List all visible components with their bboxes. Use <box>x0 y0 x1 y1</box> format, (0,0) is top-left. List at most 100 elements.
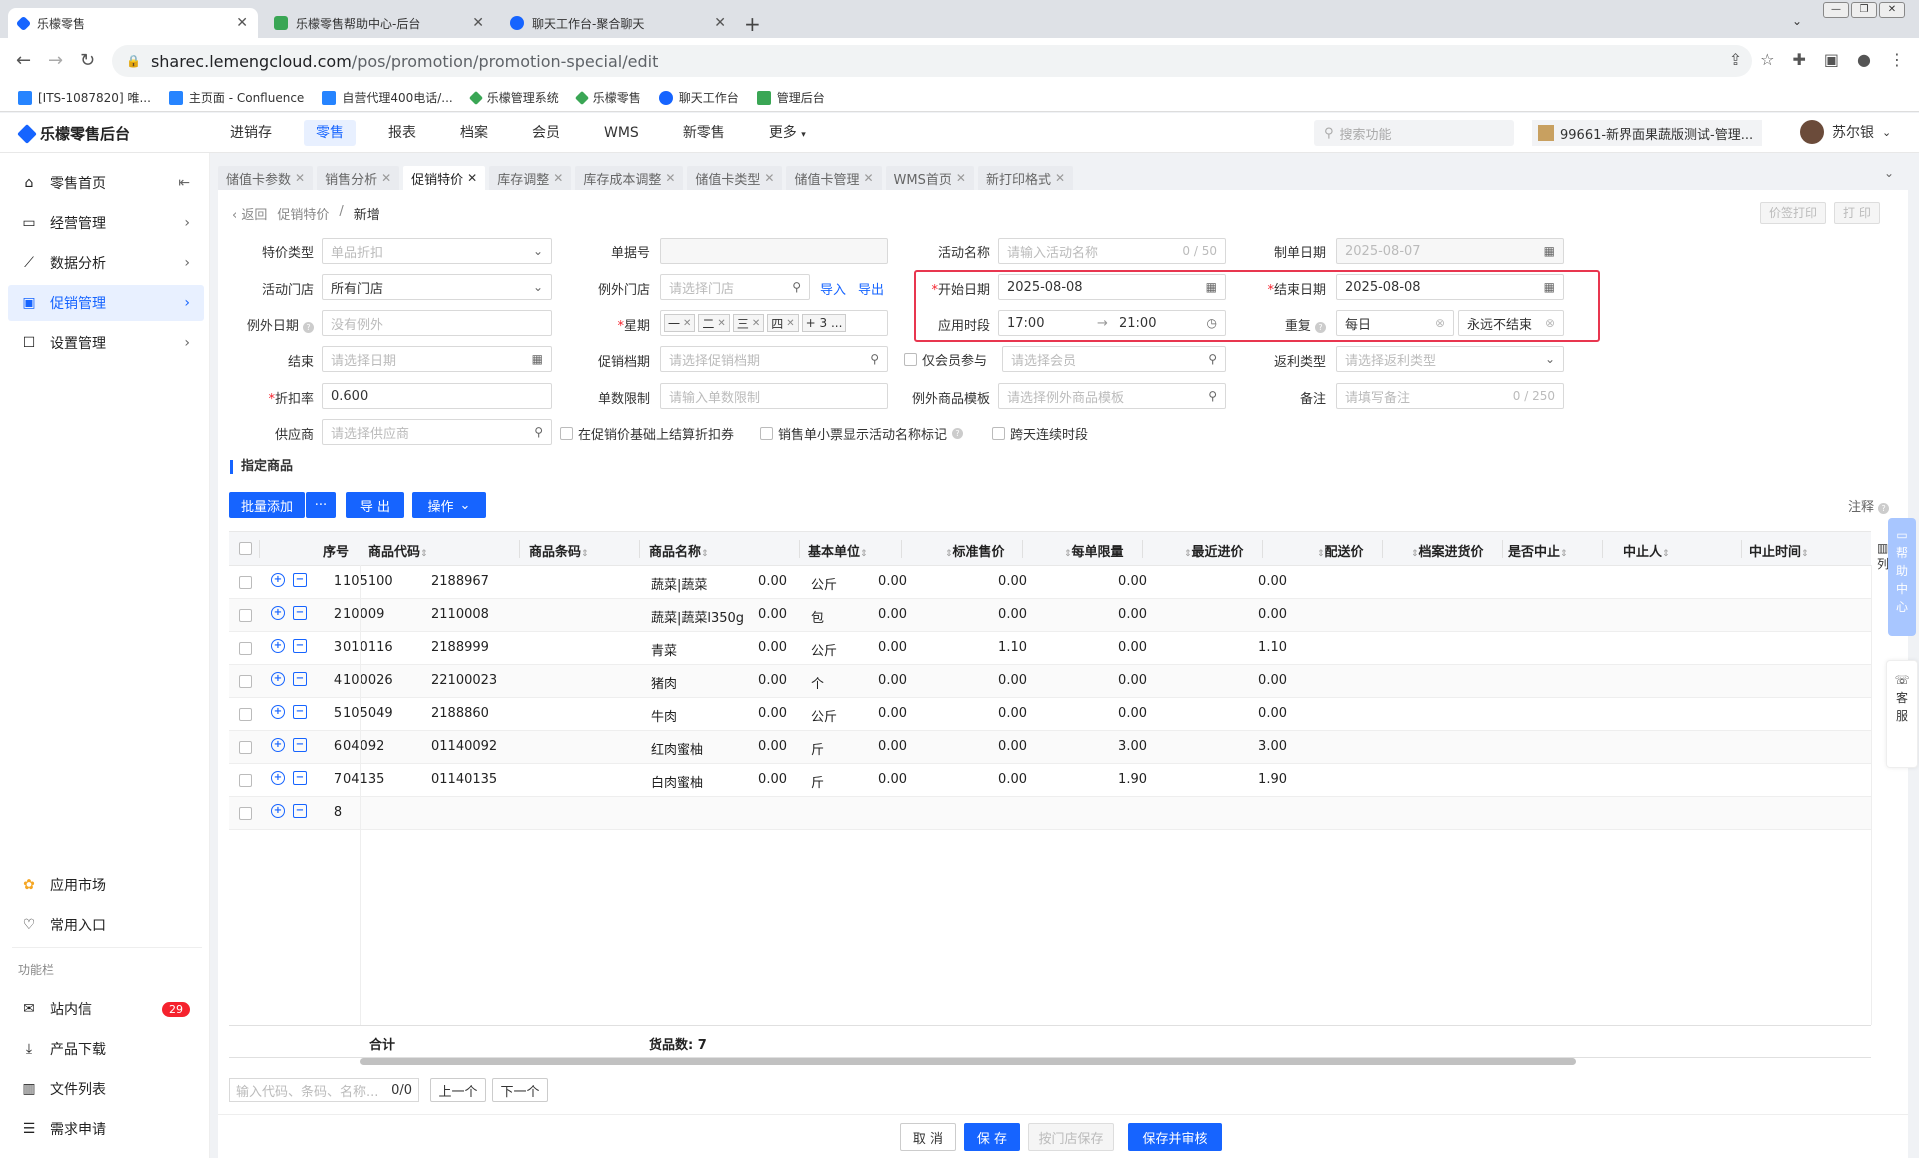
table-row[interactable]: + −1 105100 2188967 蔬菜|蔬菜 公斤 0.00 0.00 0.00 0.00 0… <box>229 566 1871 599</box>
app-brand[interactable]: 乐檬零售后台 <box>17 123 130 144</box>
share-icon[interactable]: ⇪ <box>1729 50 1742 69</box>
add-row-icon[interactable]: + <box>271 573 285 587</box>
sidebar-item-favorites[interactable]: ♡ 常用入口 <box>8 907 204 943</box>
url-field[interactable]: 🔒 sharec.lemengcloud.com/pos/promotion/p… <box>112 45 1752 77</box>
close-icon[interactable]: ✕ <box>472 15 484 31</box>
select-all-checkbox[interactable] <box>239 542 252 555</box>
save-audit-button[interactable]: 保存并审核 <box>1128 1123 1222 1151</box>
add-row-icon[interactable]: + <box>271 771 285 785</box>
topnav-item[interactable]: 进销存 <box>218 120 284 146</box>
page-tab-active[interactable]: 促销特价 ✕ <box>403 166 486 190</box>
col-code[interactable]: 商品代码⇕ <box>368 541 428 560</box>
except-template-input[interactable]: 请选择例外商品模板 ⚲ <box>998 383 1226 409</box>
more-button[interactable]: ··· <box>306 492 336 518</box>
bookmark-item[interactable]: 自营代理400电话/... <box>322 89 453 106</box>
delete-row-icon[interactable]: − <box>293 705 307 719</box>
sidebar-item-download[interactable]: ⤓ 产品下载 <box>8 1031 204 1067</box>
sidebar-item-settings[interactable]: ☐ 设置管理 › <box>8 325 204 361</box>
topnav-item[interactable]: 新零售 <box>671 120 737 146</box>
batch-add-button[interactable]: 批量添加 <box>229 492 305 518</box>
search-icon[interactable]: ⚲ <box>1208 389 1217 403</box>
sidebar-item-inbox[interactable]: ✉ 站内信 29 <box>8 991 204 1027</box>
sidebar-item-home[interactable]: ⌂ 零售首页 ⇤ <box>8 165 204 201</box>
add-row-icon[interactable]: + <box>271 804 285 818</box>
row-checkbox[interactable] <box>239 741 252 754</box>
minimize-icon[interactable]: — <box>1823 2 1849 18</box>
page-tab[interactable]: 库存调整 ✕ <box>489 166 572 190</box>
topnav-more[interactable]: 更多 ▾ <box>757 120 818 146</box>
close-icon[interactable]: ✕ <box>714 15 726 31</box>
col-std-price[interactable]: ⇕标准售价 <box>945 541 1005 560</box>
browser-tab-3[interactable]: 聊天工作台-聚合聊天 ✕ <box>500 8 736 38</box>
add-row-icon[interactable]: + <box>271 738 285 752</box>
topnav-item[interactable]: 档案 <box>448 120 500 146</box>
close-icon[interactable]: ✕ <box>553 171 563 185</box>
topnav-item[interactable]: 零售 <box>304 120 356 146</box>
search-icon[interactable]: ⚲ <box>792 280 801 294</box>
restore-icon[interactable]: ❐ <box>1851 2 1877 18</box>
star-icon[interactable]: ☆ <box>1760 50 1774 69</box>
col-unit[interactable]: 基本单位⇕ <box>808 541 868 560</box>
row-checkbox[interactable] <box>239 708 252 721</box>
user-menu[interactable]: 苏尔银 ⌄ <box>1800 120 1891 144</box>
horizontal-scrollbar[interactable] <box>360 1058 1576 1065</box>
store-save-button[interactable]: 按门店保存 <box>1028 1123 1114 1151</box>
qty-limit-input[interactable]: 请输入单数限制 <box>660 383 888 409</box>
row-checkbox[interactable] <box>239 609 252 622</box>
table-row[interactable]: + −2 10009 2110008 蔬菜|蔬菜l350g 包 0.00 0.00 0.00 0.… <box>229 599 1871 632</box>
bookmark-item[interactable]: 聊天工作台 <box>658 89 739 106</box>
row-checkbox[interactable] <box>239 774 252 787</box>
sidebar-item-promotion[interactable]: ▣ 促销管理 › <box>8 285 204 321</box>
add-row-icon[interactable]: + <box>271 639 285 653</box>
coupon-settle-checkbox[interactable]: 在促销价基础上结算折扣券 <box>560 424 734 443</box>
col-dist-price[interactable]: ⇕配送价 <box>1317 541 1364 560</box>
supplier-input[interactable]: 请选择供应商 ⚲ <box>322 419 552 445</box>
topnav-item[interactable]: WMS <box>592 120 651 146</box>
except-store-input[interactable]: 请选择门店 ⚲ <box>660 274 810 300</box>
add-row-icon[interactable]: + <box>271 672 285 686</box>
remove-icon[interactable]: ✕ <box>683 318 691 329</box>
close-icon[interactable]: ✕ <box>956 171 966 185</box>
store-selector[interactable]: 99661-新界面果蔬版测试-管理... <box>1532 120 1762 146</box>
activity-store-select[interactable]: 所有门店 ⌄ <box>322 274 552 300</box>
member-only-checkbox[interactable]: 仅会员参与 <box>904 350 987 369</box>
close-window-icon[interactable]: ✕ <box>1879 2 1905 18</box>
export-button[interactable]: 导 出 <box>346 492 404 518</box>
col-suspend-time[interactable]: 中止时间⇕ <box>1749 541 1809 560</box>
promo-file-input[interactable]: 请选择促销档期 ⚲ <box>660 346 888 372</box>
page-tab[interactable]: 库存成本调整 ✕ <box>575 166 684 190</box>
table-search-input[interactable]: 输入代码、条码、名称... 0/0 <box>229 1078 419 1102</box>
sidepanel-icon[interactable]: ▣ <box>1824 50 1839 69</box>
save-button[interactable]: 保 存 <box>964 1123 1020 1151</box>
page-tab[interactable]: 销售分析 ✕ <box>317 166 400 190</box>
profile-icon[interactable]: ● <box>1857 50 1871 69</box>
menu-icon[interactable]: ⋮ <box>1889 50 1905 69</box>
topnav-item[interactable]: 会员 <box>520 120 572 146</box>
checkbox[interactable] <box>760 427 773 440</box>
export-link[interactable]: 导出 <box>858 279 884 298</box>
delete-row-icon[interactable]: − <box>293 738 307 752</box>
next-button[interactable]: 下一个 <box>492 1078 548 1102</box>
member-input[interactable]: 请选择会员 ⚲ <box>1002 346 1226 372</box>
col-suspended[interactable]: 是否中止⇕ <box>1508 541 1568 560</box>
bookmark-item[interactable]: 乐檬零售 <box>574 89 641 106</box>
browser-tab-1[interactable]: 乐檬零售 ✕ <box>8 8 258 38</box>
special-type-select[interactable]: 单品折扣 ⌄ <box>322 238 552 264</box>
checkbox[interactable] <box>560 427 573 440</box>
bookmark-item[interactable]: [ITS-1087820] 唯... <box>18 89 151 106</box>
search-icon[interactable]: ⚲ <box>534 425 543 439</box>
col-name[interactable]: 商品名称⇕ <box>649 541 709 560</box>
row-checkbox[interactable] <box>239 807 252 820</box>
discount-input[interactable]: 0.600 <box>322 383 552 409</box>
tabs-more-icon[interactable]: ⌄ <box>1884 166 1894 180</box>
close-icon[interactable]: ✕ <box>467 171 477 185</box>
remark-input[interactable]: 请填写备注 0 / 250 <box>1336 383 1564 409</box>
collapse-icon[interactable]: ⇤ <box>178 175 190 191</box>
table-row[interactable]: + −3 010116 2188999 青菜 公斤 0.00 0.00 1.10 0.00 1.10 <box>229 632 1871 665</box>
close-icon[interactable]: ✕ <box>295 171 305 185</box>
delete-row-icon[interactable]: − <box>293 606 307 620</box>
operations-button[interactable]: 操作 ⌄ <box>412 492 486 518</box>
col-last-cost[interactable]: ⇕最近进价 <box>1184 541 1244 560</box>
back-link[interactable]: ‹ 返回 <box>232 204 267 223</box>
search-icon[interactable]: ⚲ <box>1208 352 1217 366</box>
